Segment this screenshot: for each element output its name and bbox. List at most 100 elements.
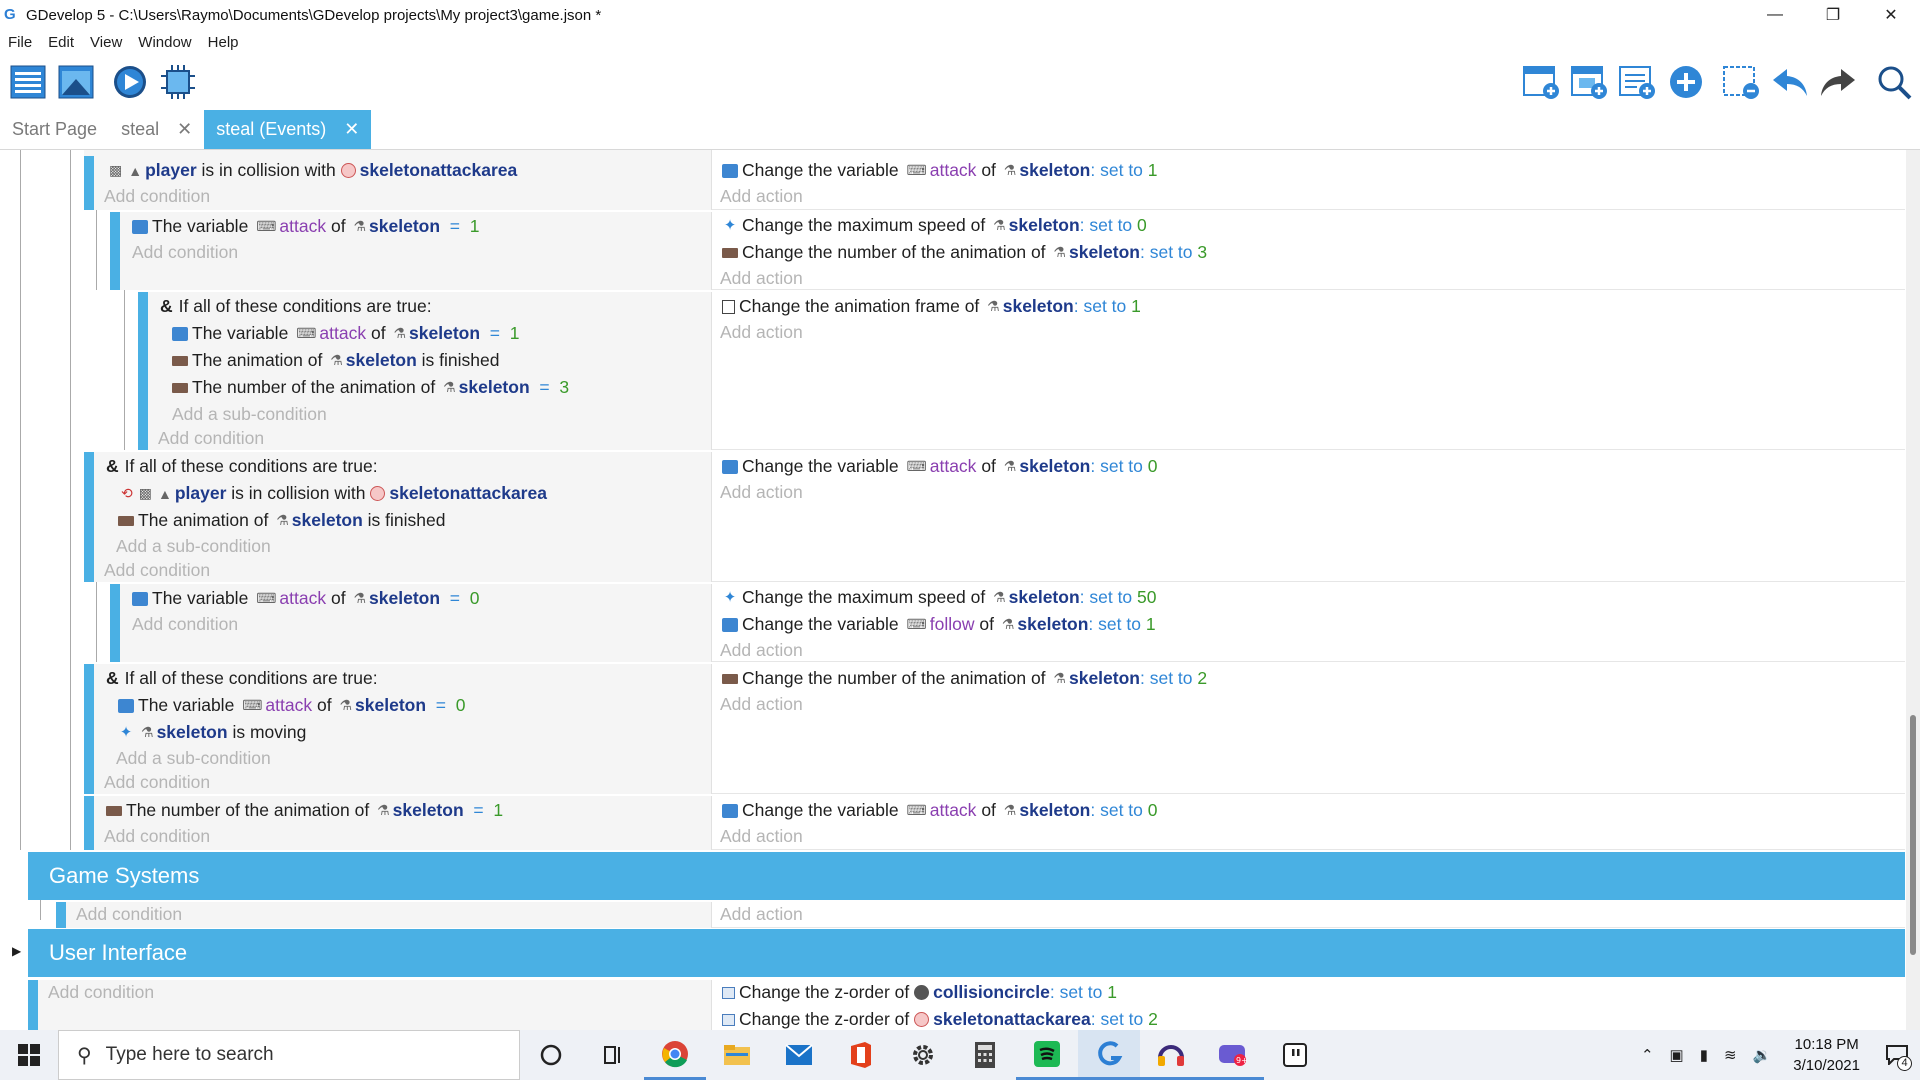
audio-app-icon[interactable] <box>1140 1030 1202 1080</box>
add-more-icon[interactable] <box>1666 62 1706 102</box>
project-manager-icon[interactable] <box>8 62 48 102</box>
add-action-button[interactable]: Add action <box>720 640 803 661</box>
action[interactable]: ✦ Change the maximum speed of ⚗ skeleton: … <box>722 215 1147 236</box>
condition[interactable]: The variable ⌨ attack of ⚗ skeleton = 0 <box>132 588 479 609</box>
chrome-icon[interactable] <box>644 1030 706 1080</box>
vertical-scrollbar[interactable] <box>1906 150 1920 1030</box>
settings-gear-icon[interactable] <box>892 1030 954 1080</box>
windows-start-icon[interactable] <box>0 1030 58 1080</box>
task-view-icon[interactable] <box>582 1030 644 1080</box>
delete-event-icon[interactable] <box>1722 62 1762 102</box>
action[interactable]: Change the z-order of collisioncircle: s… <box>722 982 1117 1003</box>
condition-group-header[interactable]: & If all of these conditions are true: <box>106 668 378 689</box>
tab-steal-scene[interactable]: steal ✕ <box>109 110 204 149</box>
add-subcondition-button[interactable]: Add a sub-condition <box>172 404 327 425</box>
menu-help[interactable]: Help <box>200 34 247 51</box>
chevron-up-icon[interactable]: ⌃ <box>1641 1046 1654 1064</box>
add-action-button[interactable]: Add action <box>720 186 803 207</box>
menu-edit[interactable]: Edit <box>40 34 82 51</box>
add-action-button[interactable]: Add action <box>720 826 803 847</box>
add-condition-button[interactable]: Add condition <box>158 428 264 449</box>
twitch-icon[interactable] <box>1264 1030 1326 1080</box>
close-tab-icon[interactable]: ✕ <box>177 119 192 140</box>
calculator-icon[interactable] <box>954 1030 1016 1080</box>
add-subcondition-button[interactable]: Add a sub-condition <box>116 536 271 557</box>
restore-button[interactable]: ❐ <box>1804 0 1862 30</box>
sub-condition[interactable]: The animation of ⚗ skeleton is finished <box>172 350 500 371</box>
add-action-button[interactable]: Add action <box>720 268 803 289</box>
event-bar[interactable] <box>84 664 94 794</box>
close-tab-icon[interactable]: ✕ <box>344 119 359 140</box>
add-event-icon[interactable] <box>1522 62 1562 102</box>
action[interactable]: Change the variable ⌨ follow of ⚗ skeleton… <box>722 614 1156 635</box>
scrollbar-thumb[interactable] <box>1910 715 1916 955</box>
search-events-icon[interactable] <box>1874 62 1914 102</box>
mail-icon[interactable] <box>768 1030 830 1080</box>
gdevelop-taskbar-icon[interactable] <box>1078 1030 1140 1080</box>
add-action-button[interactable]: Add action <box>720 694 803 715</box>
volume-icon[interactable]: 🔉 <box>1753 1046 1772 1064</box>
event-bar[interactable] <box>56 902 66 928</box>
expand-arrow-icon[interactable]: ▶ <box>12 944 21 958</box>
add-condition-button[interactable]: Add condition <box>76 904 182 925</box>
add-action-button[interactable]: Add action <box>720 904 803 925</box>
event-bar[interactable] <box>84 156 94 210</box>
add-action-button[interactable]: Add action <box>720 322 803 343</box>
add-condition-button[interactable]: Add condition <box>48 982 154 1003</box>
meet-now-icon[interactable]: ▣ <box>1670 1046 1684 1064</box>
notifications-icon[interactable]: 4 <box>1874 1030 1920 1080</box>
event-bar[interactable] <box>138 292 148 450</box>
group-game-systems[interactable]: Game Systems <box>28 852 1905 900</box>
action[interactable]: ✦ Change the maximum speed of ⚗ skeleton: … <box>722 587 1157 608</box>
clock[interactable]: 10:18 PM 3/10/2021 <box>1793 1034 1860 1076</box>
add-condition-button[interactable]: Add condition <box>104 560 210 581</box>
add-condition-button[interactable]: Add condition <box>104 772 210 793</box>
action[interactable]: Change the animation frame of ⚗ skeleton:… <box>722 296 1141 317</box>
action[interactable]: Change the z-order of skeletonattackarea… <box>722 1009 1158 1030</box>
event-bar[interactable] <box>110 212 120 290</box>
preview-play-icon[interactable] <box>110 62 150 102</box>
condition-group-header[interactable]: & If all of these conditions are true: <box>160 296 432 317</box>
action[interactable]: Change the variable ⌨ attack of ⚗ skeleton… <box>722 456 1158 477</box>
debugger-icon[interactable] <box>158 62 198 102</box>
add-condition-button[interactable]: Add condition <box>104 186 210 207</box>
minimize-button[interactable]: — <box>1746 0 1804 30</box>
event-bar[interactable] <box>28 980 38 1030</box>
tab-steal-events[interactable]: steal (Events) ✕ <box>204 110 372 149</box>
action[interactable]: Change the variable ⌨ attack of ⚗ skeleton… <box>722 160 1158 181</box>
sub-condition[interactable]: ⟲ ▩ ▲ player is in collision with skeleton… <box>118 483 547 504</box>
add-subevent-icon[interactable] <box>1570 62 1610 102</box>
menu-view[interactable]: View <box>82 34 130 51</box>
sub-condition[interactable]: The variable ⌨ attack of ⚗ skeleton = 0 <box>118 695 465 716</box>
event-bar[interactable] <box>84 452 94 582</box>
group-user-interface[interactable]: User Interface <box>28 929 1905 977</box>
condition[interactable]: ▩ ▲ player is in collision with skeletona… <box>106 160 517 181</box>
redo-icon[interactable] <box>1818 62 1858 102</box>
close-button[interactable]: ✕ <box>1862 0 1920 30</box>
event-bar[interactable] <box>110 584 120 662</box>
sub-condition[interactable]: The number of the animation of ⚗ skeleton… <box>172 377 569 398</box>
undo-icon[interactable] <box>1770 62 1810 102</box>
add-subcondition-button[interactable]: Add a sub-condition <box>116 748 271 769</box>
game-app-icon[interactable]: 9+ <box>1202 1030 1264 1080</box>
cortana-icon[interactable] <box>520 1030 582 1080</box>
sub-condition[interactable]: ✦ ⚗ skeleton is moving <box>118 722 307 743</box>
add-condition-button[interactable]: Add condition <box>104 826 210 847</box>
add-comment-icon[interactable] <box>1618 62 1658 102</box>
scene-editor-icon[interactable] <box>56 62 96 102</box>
menu-file[interactable]: File <box>0 34 40 51</box>
action[interactable]: Change the number of the animation of ⚗ s… <box>722 668 1207 689</box>
sub-condition[interactable]: The variable ⌨ attack of ⚗ skeleton = 1 <box>172 323 519 344</box>
condition[interactable]: The variable ⌨ attack of ⚗ skeleton = 1 <box>132 216 479 237</box>
wifi-icon[interactable]: ≋ <box>1724 1046 1737 1064</box>
tab-start-page[interactable]: Start Page <box>0 110 109 149</box>
add-condition-button[interactable]: Add condition <box>132 614 238 635</box>
battery-icon[interactable]: ▮ <box>1700 1046 1708 1064</box>
file-explorer-icon[interactable] <box>706 1030 768 1080</box>
spotify-icon[interactable] <box>1016 1030 1078 1080</box>
sub-condition[interactable]: The animation of ⚗ skeleton is finished <box>118 510 446 531</box>
add-action-button[interactable]: Add action <box>720 482 803 503</box>
office-icon[interactable] <box>830 1030 892 1080</box>
condition[interactable]: The number of the animation of ⚗ skeleton… <box>106 800 503 821</box>
event-bar[interactable] <box>84 796 94 850</box>
